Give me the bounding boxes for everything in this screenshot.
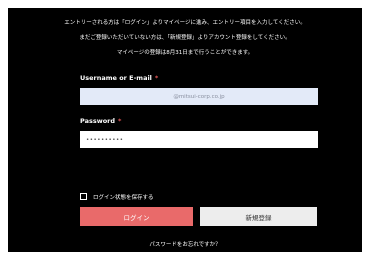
forgot-password-link[interactable]: パスワードをお忘れですか？ [8,240,362,248]
email-input[interactable] [80,88,318,105]
intro-text-line-3: マイページの登録は8月31日まで行うことができます。 [116,50,254,56]
intro-text-line-1: エントリーされる方は「ログイン」よりマイページに進み、エントリー項目を入力してく… [64,20,306,26]
password-label: Password * [80,117,121,125]
email-label-text: Username or E-mail [80,74,152,82]
required-mark: * [118,117,122,125]
intro-text-line-2: まだご登録いただいていない方は、「新規登録」よりアカウント登録をしてください。 [79,35,291,41]
remember-login-label[interactable]: ログイン状態を保存する [93,193,154,201]
login-button[interactable]: ログイン [80,207,193,226]
signup-button[interactable]: 新規登録 [200,207,317,226]
login-panel: エントリーされる方は「ログイン」よりマイページに進み、エントリー項目を入力してく… [8,8,362,252]
password-input[interactable] [80,131,318,148]
remember-login-checkbox[interactable] [80,193,87,200]
required-mark: * [154,74,159,82]
password-label-text: Password [80,117,116,125]
remember-login-option[interactable]: ログイン状態を保存する [80,192,154,201]
email-label: Username or E-mail * [80,74,158,82]
